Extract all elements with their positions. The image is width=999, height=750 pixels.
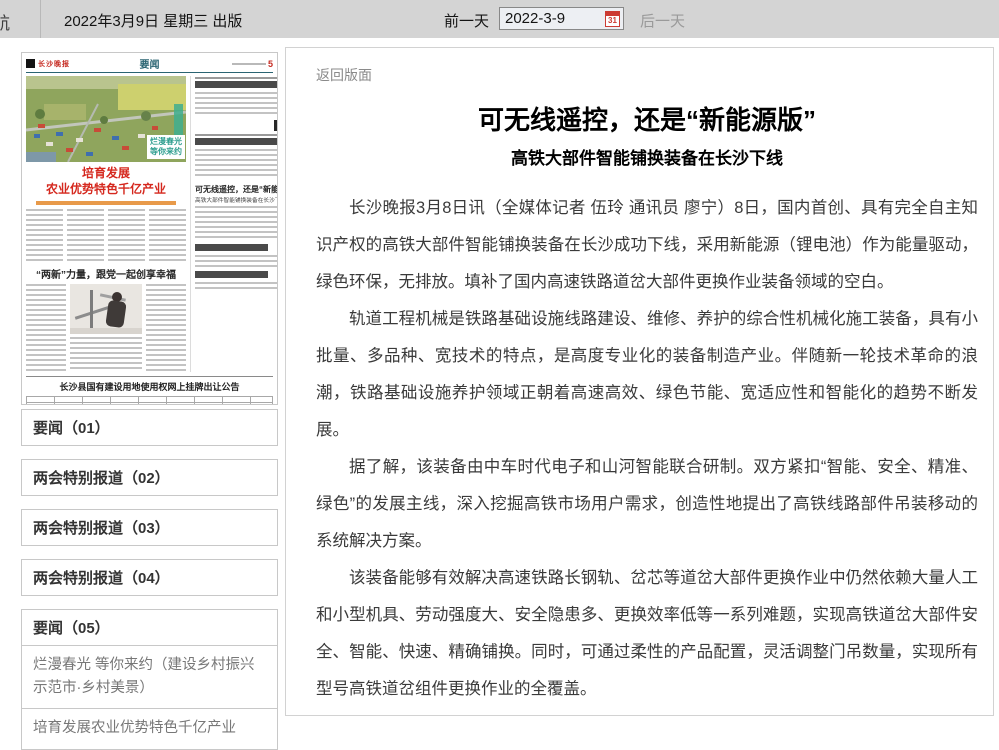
nav-link-clipped[interactable]: 航 — [0, 9, 10, 34]
next-day-button[interactable]: 后一天 — [640, 10, 685, 31]
text-lines-placeholder — [146, 284, 186, 372]
publish-date-label: 2022年3月9日 星期三 出版 — [64, 10, 242, 31]
thumbnail-main-headline: 培育发展 农业优势特色千亿产业 — [26, 166, 186, 197]
photo-overlay-caption: 烂漫春光 等你来约 — [147, 135, 185, 159]
sidebar-section-lianghui-02[interactable]: 两会特别报道（02） — [21, 459, 278, 496]
thumbnail-subheadline-bar — [36, 201, 176, 205]
headline-bar — [195, 81, 278, 88]
sidebar-article-link[interactable]: 烂漫春光 等你来约（建设乡村振兴示范市·乡村美景） — [21, 645, 278, 709]
text-lines-placeholder — [70, 337, 142, 372]
text-lines-placeholder — [195, 255, 278, 267]
prev-day-button[interactable]: 前一天 — [444, 10, 489, 31]
qr-code-icon — [274, 120, 278, 131]
sidebar-section-yaowen-01[interactable]: 要闻（01） — [21, 409, 278, 446]
article-paragraph: 长沙晚报3月8日讯（全媒体记者 伍玲 通讯员 廖宁）8日，国内首创、具有完全自主… — [316, 190, 978, 301]
calendar-icon-day: 31 — [608, 16, 617, 26]
thumbnail-left-column: 烂漫春光 等你来约 培育发展 农业优势特色千亿产业 “两新”力量，跟党一起创享幸… — [26, 76, 186, 372]
text-lines-placeholder — [26, 209, 63, 261]
headline-line2: 农业优势特色千亿产业 — [26, 182, 186, 198]
article-paragraph: 轨道工程机械是铁路基础设施线路建设、维修、养护的综合性机械化施工装备，具有小批量… — [316, 301, 978, 449]
thumbnail-right-column: 可无线遥控，还是“新能源版” 高铁大部件智能铺换装备在长沙下线 — [190, 76, 278, 372]
text-lines-placeholder — [108, 209, 145, 261]
masthead-rule — [26, 72, 273, 73]
thumbnail-article-title: 可无线遥控，还是“新能源版” — [195, 184, 278, 195]
article-body: 长沙晚报3月8日讯（全媒体记者 伍玲 通讯员 廖宁）8日，国内首创、具有完全自主… — [316, 190, 978, 716]
text-lines-placeholder — [195, 206, 278, 240]
thumbnail-notice-section: 长沙县国有建设用地使用权网上挂牌出让公告 — [26, 376, 273, 405]
text-lines-placeholder — [195, 149, 278, 179]
worker-photo — [70, 284, 142, 334]
headline-line1: 培育发展 — [26, 166, 186, 182]
article-panel: 返回版面 可无线遥控，还是“新能源版” 高铁大部件智能铺换装备在长沙下线 长沙晚… — [285, 47, 994, 716]
thumbnail-second-section — [26, 284, 186, 372]
headline-bar — [195, 244, 268, 251]
qr-codes — [195, 120, 278, 131]
sidebar-section-lianghui-03[interactable]: 两会特别报道（03） — [21, 509, 278, 546]
article-title: 可无线遥控，还是“新能源版” — [316, 100, 978, 137]
text-columns-placeholder — [26, 209, 186, 261]
headline-bar — [195, 138, 278, 145]
thumbnail-masthead-row: 长沙晚报 要闻 5 — [26, 57, 273, 70]
thumbnail-page-label: 要闻 — [26, 56, 273, 71]
article-subtitle: 高铁大部件智能铺换装备在长沙下线 — [316, 144, 978, 169]
headline-bar — [195, 271, 268, 278]
thumbnail-article-subtitle: 高铁大部件智能铺换装备在长沙下线 — [195, 195, 278, 204]
newspaper-thumbnail[interactable]: 长沙晚报 要闻 5 — [21, 52, 278, 405]
photo-column — [70, 284, 142, 372]
article-paragraph: 据了解，该装备由中车时代电子和山河智能联合研制。双方紧扣“智能、安全、精准、绿色… — [316, 449, 978, 560]
sidebar-section-lianghui-04[interactable]: 两会特别报道（04） — [21, 559, 278, 596]
text-lines-placeholder — [195, 282, 278, 292]
kicker-line — [195, 134, 278, 136]
calendar-icon[interactable]: 31 — [605, 11, 620, 27]
topbar-divider — [40, 0, 41, 38]
text-lines-placeholder — [26, 284, 66, 372]
back-to-page-link[interactable]: 返回版面 — [316, 65, 372, 85]
date-input[interactable] — [500, 10, 605, 27]
text-lines-placeholder — [67, 209, 104, 261]
text-lines-placeholder — [195, 92, 278, 116]
article-paragraph: 该装备能够有效解决高速铁路长钢轨、岔芯等道岔大部件更换作业中仍然依赖大量人工和小… — [316, 560, 978, 708]
sidebar: 长沙晚报 要闻 5 — [21, 52, 278, 750]
article-paragraph: 该装备采用无线遥控同步动作作业技术，实现全程机械化作业，在同工况下，施工人员较行… — [316, 708, 978, 716]
date-picker[interactable]: 31 — [499, 7, 624, 30]
sidebar-section-yaowen-05[interactable]: 要闻（05） — [21, 609, 278, 646]
thumbnail-second-headline: “两新”力量，跟党一起创享幸福 — [26, 266, 186, 281]
sidebar-article-link[interactable]: 培育发展农业优势特色千亿产业 — [21, 708, 278, 749]
thumbnail-body: 烂漫春光 等你来约 培育发展 农业优势特色千亿产业 “两新”力量，跟党一起创享幸… — [26, 76, 273, 372]
text-lines-placeholder — [149, 209, 186, 261]
notice-title: 长沙县国有建设用地使用权网上挂牌出让公告 — [26, 380, 273, 393]
aerial-photo: 烂漫春光 等你来约 — [26, 76, 186, 162]
overlay-line1: 烂漫春光 — [150, 137, 182, 147]
kicker-line — [195, 77, 278, 79]
topbar: 航 2022年3月9日 星期三 出版 前一天 31 后一天 — [0, 0, 999, 38]
overlay-line2: 等你来约 — [150, 147, 182, 157]
notice-table — [26, 396, 273, 405]
